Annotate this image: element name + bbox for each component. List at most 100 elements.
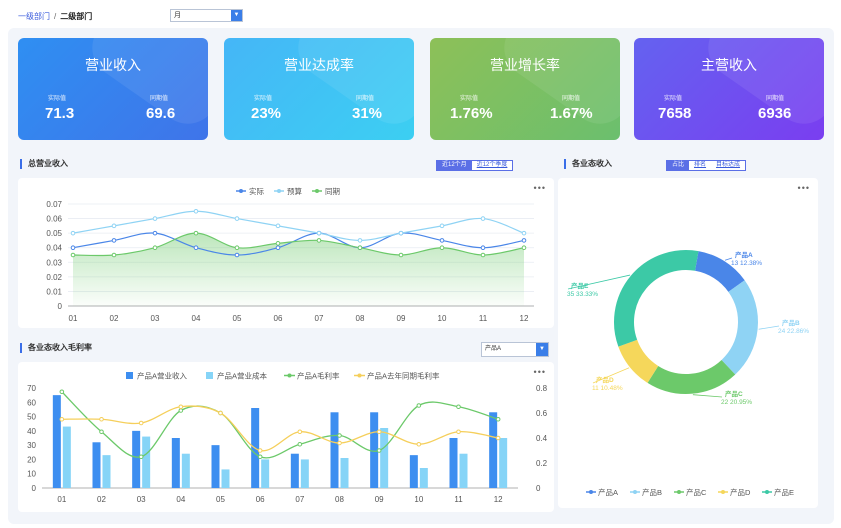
chevron-down-icon[interactable]: ▼ [536, 343, 548, 356]
x-tick-label: 07 [295, 495, 304, 504]
data-point [521, 238, 527, 243]
slice-label-name: 产品C [725, 389, 743, 398]
data-point [70, 252, 76, 258]
kpi-actual-label: 实际值 [48, 96, 67, 102]
bar-revenue [409, 455, 418, 488]
data-point [99, 416, 104, 422]
data-point [138, 454, 144, 460]
margin-section-title: 各业态收入毛利率 [20, 343, 92, 353]
kpi-title: 营业收入 [85, 57, 141, 73]
kpi-actual-value: 71.3 [45, 105, 75, 122]
data-point [316, 238, 322, 243]
data-point [234, 245, 240, 251]
data-point [234, 252, 240, 258]
bar-cost [380, 428, 389, 488]
bar-cost [499, 438, 508, 488]
data-point [234, 216, 240, 221]
bar-revenue [449, 438, 458, 488]
legend-label: 产品A [598, 487, 618, 497]
bar-revenue [211, 445, 220, 488]
more-icon[interactable]: ••• [534, 367, 546, 377]
bar-cost [62, 426, 71, 488]
x-tick-label: 01 [69, 314, 78, 323]
kpi-actual-label: 实际值 [254, 96, 273, 102]
period-select-value: 月 [174, 12, 181, 19]
y-tick-label: 0.01 [46, 287, 62, 296]
legend-label: 产品C [686, 487, 707, 497]
bar-cost [221, 469, 230, 488]
bar-revenue [132, 430, 141, 488]
legend-marker [633, 490, 637, 494]
kpi-yoy-label: 同期值 [562, 96, 581, 102]
breadcrumb-level1[interactable]: 一级部门 [18, 11, 50, 22]
kpi-actual-label: 实际值 [664, 96, 683, 102]
data-point [193, 208, 199, 214]
more-icon[interactable]: ••• [798, 183, 810, 193]
slice-label-value: 22 20.95% [721, 399, 752, 406]
tab-target-achievement[interactable]: 目标达成 [711, 161, 746, 170]
x-tick-label: 02 [110, 314, 119, 323]
data-point [416, 403, 422, 408]
breadcrumb-separator: / [54, 11, 57, 21]
total-revenue-line-chart: 0 0.01 0.02 0.03 0.04 0.05 0.06 0.07 01 02 03 04 05 0… [46, 186, 534, 323]
data-point [59, 389, 65, 395]
donut-slice [614, 250, 699, 347]
data-point [416, 441, 422, 447]
x-tick-label: 04 [192, 314, 201, 323]
x-tick-label: 06 [256, 495, 265, 504]
kpi-yoy-value: 1.67% [550, 105, 593, 122]
more-icon[interactable]: ••• [534, 183, 546, 193]
x-tick-label: 09 [397, 314, 406, 323]
data-point [152, 230, 158, 236]
legend-swatch [126, 372, 133, 379]
series-line [72, 210, 525, 242]
tab-ranking[interactable]: 排名 [689, 161, 712, 170]
slice-label-value: 35 33.33% [567, 291, 598, 298]
breadcrumb: 一级部门 / 二级部门 [18, 6, 92, 26]
y2-tick-label: 0.6 [536, 409, 548, 418]
bar-cost [419, 468, 428, 488]
y-tick-label: 0 [58, 302, 63, 311]
tab-last-12-months[interactable]: 近12个月 [437, 161, 472, 170]
legend-marker [721, 490, 725, 494]
kpi-card-main-revenue: 主营收入 实际值 7658 同期值 6936 [634, 38, 824, 140]
breadcrumb-level2: 二级部门 [60, 11, 93, 21]
data-point [138, 420, 144, 426]
donut-slice [618, 339, 659, 383]
data-point [178, 404, 184, 410]
product-select[interactable]: 产品A ▼ [481, 342, 549, 357]
x-tick-label: 10 [438, 314, 447, 323]
bar-revenue [171, 438, 180, 488]
kpi-actual-value: 7658 [658, 105, 692, 122]
x-tick-label: 03 [137, 495, 146, 504]
x-tick-label: 07 [315, 314, 324, 323]
data-point [439, 245, 445, 251]
x-tick-label: 10 [414, 495, 423, 504]
x-tick-label: 05 [216, 495, 225, 504]
tab-share[interactable]: 占比 [667, 161, 690, 170]
kpi-yoy-label: 同期值 [766, 96, 785, 102]
x-tick-label: 08 [335, 495, 344, 504]
data-point [111, 238, 117, 243]
legend-marker [357, 373, 362, 378]
data-point [398, 230, 404, 236]
kpi-actual-value: 23% [251, 105, 282, 122]
data-point [178, 408, 184, 413]
data-point [521, 230, 527, 236]
chevron-down-icon[interactable]: ▼ [231, 10, 242, 21]
tab-last-12-quarters[interactable]: 近12个季度 [471, 161, 513, 170]
slice-label-name: 产品D [596, 375, 614, 384]
period-select[interactable]: 月 ▼ [170, 9, 243, 22]
data-point [456, 429, 461, 435]
data-point [218, 410, 223, 416]
label-leader-line [758, 325, 780, 330]
total-revenue-tabs: 近12个月 近12个季度 [436, 160, 514, 171]
bar-cost [181, 453, 190, 488]
data-point [316, 230, 322, 236]
legend-label: 实际 [249, 186, 264, 196]
data-point [297, 441, 303, 447]
data-point [275, 245, 281, 251]
legend-marker [765, 490, 769, 494]
format-revenue-donut-chart: 产品A13 12.38%产品B24 22.86%产品C22 20.95%产品D1… [567, 250, 809, 497]
legend-label: 产品A营业成本 [217, 371, 268, 381]
